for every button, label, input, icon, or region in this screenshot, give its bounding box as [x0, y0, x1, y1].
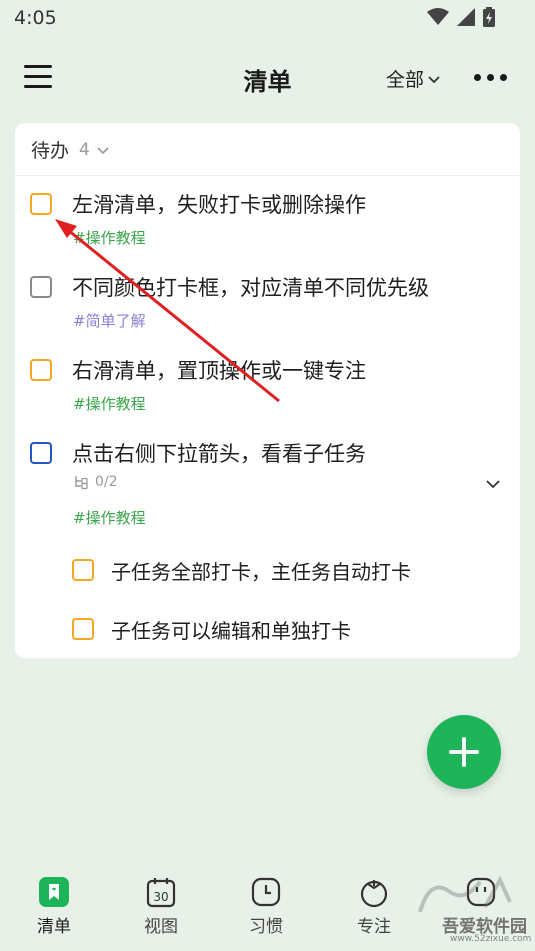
list-bookmark-icon: [39, 877, 69, 907]
nav-item-habit[interactable]: 习惯: [226, 876, 306, 937]
task-list-card: 待办 4 左滑清单，失败打卡或删除操作 #操作教程 不同颜色打卡框，对应清单不同…: [15, 123, 520, 658]
filter-label: 全部: [386, 69, 425, 91]
subtask-title: 子任务全部打卡，主任务自动打卡: [111, 560, 411, 584]
clock-icon: [251, 877, 281, 907]
section-title: 待办: [31, 140, 70, 162]
nav-item-view[interactable]: 30 视图: [121, 876, 201, 937]
subtask-tree-icon: [75, 476, 88, 490]
nav-label: 视图: [144, 917, 178, 937]
nav-label: 清单: [37, 917, 71, 937]
status-bar: 4:05: [0, 0, 535, 36]
nav-item-me[interactable]: [441, 876, 521, 912]
more-options-button[interactable]: [474, 74, 507, 81]
subtask-count: 0/2: [95, 474, 118, 490]
task-checkbox[interactable]: [30, 442, 52, 464]
nav-item-focus[interactable]: 专注: [334, 876, 414, 937]
task-row[interactable]: 不同颜色打卡框，对应清单不同优先级 #简单了解: [15, 268, 520, 336]
menu-button[interactable]: [22, 61, 54, 93]
chevron-down-icon: [97, 146, 109, 154]
task-tag[interactable]: #简单了解: [73, 310, 146, 331]
nav-item-list[interactable]: 清单: [14, 876, 94, 937]
status-time: 4:05: [14, 7, 57, 29]
task-checkbox[interactable]: [30, 359, 52, 381]
task-tag[interactable]: #操作教程: [73, 507, 146, 528]
subtask-checkbox[interactable]: [72, 559, 94, 581]
page-title: 清单: [243, 68, 292, 96]
wifi-icon: [427, 8, 449, 25]
app-bar: 清单 全部: [0, 50, 535, 106]
divider: [15, 175, 520, 176]
subtask-progress: 0/2: [73, 474, 118, 490]
task-checkbox[interactable]: [30, 193, 52, 215]
bottom-nav: 清单 30 视图 习惯 专注: [0, 866, 535, 951]
subtask-checkbox[interactable]: [72, 618, 94, 640]
task-checkbox[interactable]: [30, 276, 52, 298]
app-screen: 4:05 清单 全部 待办 4 左滑清单，失败打卡或删除操作 #操作教程 不同颜…: [0, 0, 535, 951]
signal-icon: [457, 8, 475, 26]
section-count: 4: [79, 139, 90, 160]
task-row[interactable]: 右滑清单，置顶操作或一键专注 #操作教程: [15, 351, 520, 419]
tomato-timer-icon: [360, 880, 388, 908]
expand-subtasks-chevron-icon[interactable]: [483, 474, 503, 494]
battery-icon: [483, 7, 495, 27]
calendar-day: 30: [153, 890, 168, 904]
calendar-30-icon: 30: [146, 878, 176, 908]
status-icons: [427, 7, 495, 27]
nav-label: 专注: [357, 917, 391, 937]
filter-dropdown[interactable]: 全部: [386, 65, 442, 92]
subtask-row[interactable]: 子任务全部打卡，主任务自动打卡: [15, 551, 520, 591]
chevron-down-icon: [428, 75, 440, 83]
task-title: 右滑清单，置顶操作或一键专注: [72, 359, 366, 383]
task-title: 左滑清单，失败打卡或删除操作: [72, 193, 366, 217]
subtask-title: 子任务可以编辑和单独打卡: [111, 619, 351, 643]
add-task-button[interactable]: [427, 715, 501, 789]
nav-label: 习惯: [249, 917, 283, 937]
section-header[interactable]: 待办 4: [31, 136, 112, 163]
task-title: 不同颜色打卡框，对应清单不同优先级: [72, 276, 429, 300]
task-row[interactable]: 左滑清单，失败打卡或删除操作 #操作教程: [15, 185, 520, 253]
subtask-row[interactable]: 子任务可以编辑和单独打卡: [15, 610, 520, 650]
task-tag[interactable]: #操作教程: [73, 227, 146, 248]
task-row[interactable]: 点击右侧下拉箭头，看看子任务 0/2 #操作教程: [15, 434, 520, 529]
task-title: 点击右侧下拉箭头，看看子任务: [72, 442, 366, 466]
face-icon: [466, 877, 496, 907]
task-tag[interactable]: #操作教程: [73, 393, 146, 414]
